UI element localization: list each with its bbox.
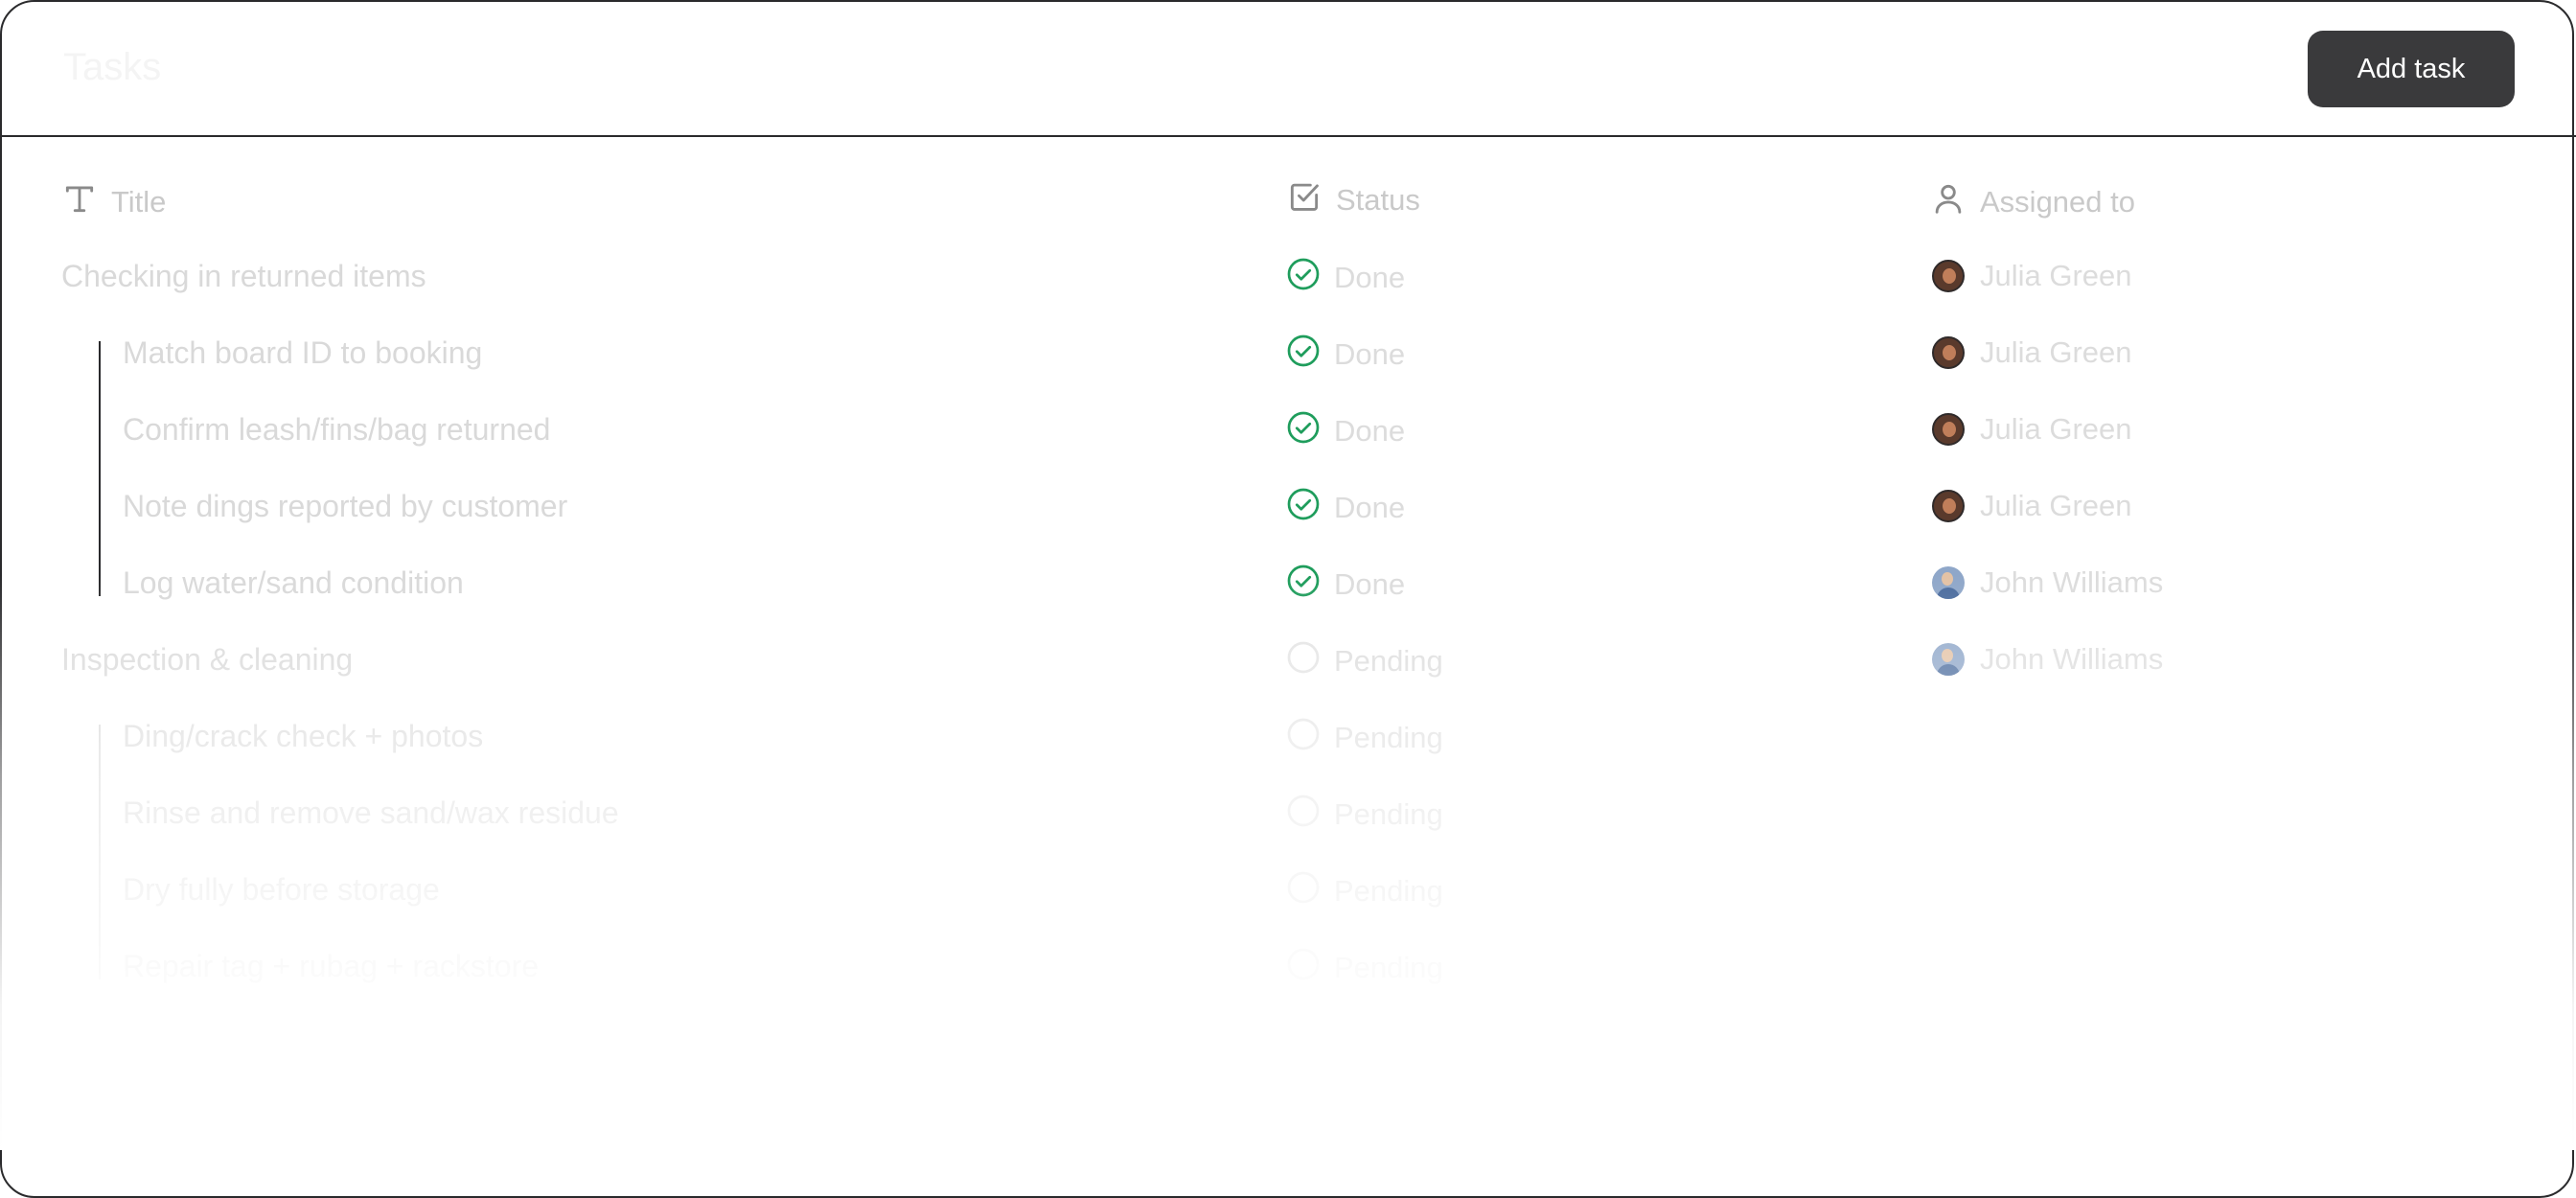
assignee-cell[interactable]: John Williams (1932, 565, 2163, 600)
assignee-name: Julia Green (1980, 259, 2132, 292)
status-label: Pending (1334, 644, 1443, 678)
assignee-cell[interactable]: Julia Green (1932, 489, 2132, 523)
task-title[interactable]: Inspection & cleaning (61, 642, 353, 678)
checkbox-icon (1286, 178, 1322, 222)
task-title[interactable]: Log water/sand condition (123, 565, 464, 601)
empty-circle-icon (1286, 717, 1321, 759)
assignee-name: Julia Green (1980, 489, 2132, 522)
assignee-name: John Williams (1980, 565, 2164, 599)
task-title[interactable]: Rinse and remove sand/wax residue (123, 795, 619, 831)
empty-circle-icon (1286, 947, 1321, 989)
empty-circle-icon (1286, 870, 1321, 912)
avatar (1932, 490, 1965, 522)
table-row[interactable]: Inspection & cleaning Pending John Willi… (0, 634, 2576, 688)
table-row[interactable]: Repair tag + rubag + rackstore Pending (0, 941, 2576, 995)
column-header-assigned[interactable]: Assigned to (1930, 180, 2135, 224)
table-row[interactable]: Match board ID to booking Done Julia Gre… (0, 328, 2576, 381)
column-title-label: Title (111, 185, 167, 219)
status-cell[interactable]: Done (1286, 257, 1405, 299)
assignee-name: Julia Green (1980, 412, 2132, 446)
status-cell[interactable]: Pending (1286, 794, 1443, 836)
status-cell[interactable]: Done (1286, 564, 1405, 606)
table-row[interactable]: Note dings reported by customer Done Jul… (0, 481, 2576, 535)
assignee-cell[interactable]: John Williams (1932, 642, 2163, 677)
empty-circle-icon (1286, 794, 1321, 836)
avatar (1932, 336, 1965, 369)
column-header-status[interactable]: Status (1286, 178, 1420, 222)
avatar (1932, 260, 1965, 292)
status-cell[interactable]: Done (1286, 334, 1405, 376)
status-label: Done (1334, 337, 1406, 371)
table-row[interactable]: Rinse and remove sand/wax residue Pendin… (0, 788, 2576, 841)
table-row[interactable]: Dry fully before storage Pending (0, 864, 2576, 918)
status-label: Done (1334, 567, 1406, 601)
status-cell[interactable]: Done (1286, 487, 1405, 529)
check-circle-icon (1286, 564, 1321, 606)
task-title[interactable]: Ding/crack check + photos (123, 719, 483, 754)
avatar (1932, 566, 1965, 599)
status-label: Done (1334, 491, 1406, 524)
status-cell[interactable]: Pending (1286, 640, 1443, 682)
table-row[interactable]: Checking in returned items Done Julia Gr… (0, 251, 2576, 305)
task-title[interactable]: Checking in returned items (61, 259, 426, 294)
status-cell[interactable]: Pending (1286, 947, 1443, 989)
avatar (1932, 413, 1965, 446)
status-label: Done (1334, 261, 1406, 294)
assignee-name: Julia Green (1980, 335, 2132, 369)
top-bar: Tasks Add task (0, 0, 2576, 137)
assignee-cell[interactable]: Julia Green (1932, 335, 2132, 370)
column-assigned-label: Assigned to (1980, 185, 2135, 219)
status-cell[interactable]: Done (1286, 410, 1405, 452)
person-icon (1930, 180, 1966, 224)
status-cell[interactable]: Pending (1286, 870, 1443, 912)
task-title[interactable]: Note dings reported by customer (123, 489, 567, 524)
assignee-name: John Williams (1980, 642, 2164, 676)
table-row[interactable]: Log water/sand condition Done John Willi… (0, 558, 2576, 611)
brand-logo: Tasks (63, 46, 162, 88)
status-label: Pending (1334, 951, 1443, 984)
task-title[interactable]: Confirm leash/fins/bag returned (123, 412, 550, 448)
task-title[interactable]: Match board ID to booking (123, 335, 482, 371)
status-cell[interactable]: Pending (1286, 717, 1443, 759)
column-status-label: Status (1336, 183, 1420, 217)
check-circle-icon (1286, 257, 1321, 299)
check-circle-icon (1286, 487, 1321, 529)
status-label: Done (1334, 414, 1406, 448)
assignee-cell[interactable]: Julia Green (1932, 259, 2132, 293)
task-title[interactable]: Repair tag + rubag + rackstore (123, 949, 539, 984)
add-task-button[interactable]: Add task (2308, 31, 2515, 107)
task-title[interactable]: Dry fully before storage (123, 872, 440, 908)
status-label: Pending (1334, 797, 1443, 831)
assignee-cell[interactable]: Julia Green (1932, 412, 2132, 447)
status-label: Pending (1334, 721, 1443, 754)
column-header-title[interactable]: Title (61, 180, 166, 224)
table-row[interactable]: Confirm leash/fins/bag returned Done Jul… (0, 404, 2576, 458)
status-label: Pending (1334, 874, 1443, 908)
table-row[interactable]: Ding/crack check + photos Pending (0, 711, 2576, 765)
check-circle-icon (1286, 410, 1321, 452)
avatar (1932, 643, 1965, 676)
check-circle-icon (1286, 334, 1321, 376)
text-type-icon (61, 180, 98, 224)
empty-circle-icon (1286, 640, 1321, 682)
